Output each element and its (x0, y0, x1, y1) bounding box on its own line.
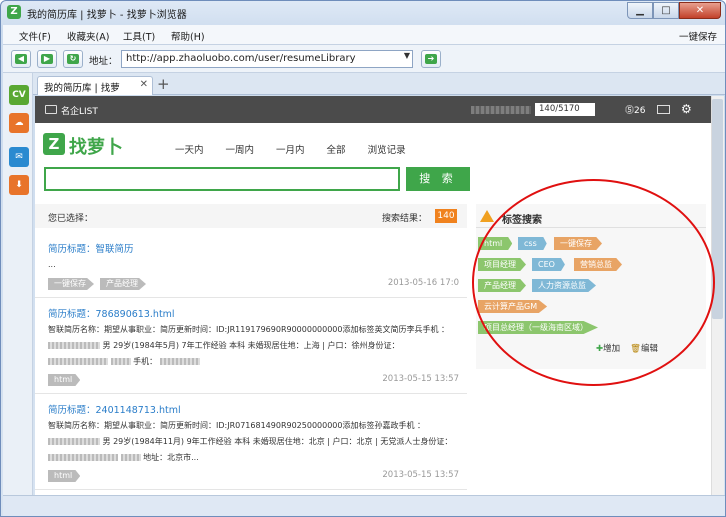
side-toolbar: CV ☁ ✉ ⬇ (3, 73, 33, 495)
resume-date: 2013-05-15 13:57 (382, 374, 459, 384)
resume-date: 2013-05-16 17:0 (387, 278, 459, 288)
warning-icon (480, 210, 494, 222)
resume-line: 地址：北京市... (48, 452, 199, 463)
card-icon (45, 105, 57, 114)
filter-all[interactable]: 全部 (327, 142, 346, 156)
tab-label: 我的简历库 | 找萝 (44, 83, 120, 94)
resume-tag[interactable]: html (48, 374, 81, 386)
go-button[interactable]: ➔ (421, 50, 441, 68)
resume-line: 手机： (48, 356, 200, 367)
cloud-upload-icon[interactable]: ☁ (9, 113, 29, 133)
maximize-button[interactable]: □ (653, 2, 679, 19)
minimize-button[interactable]: ▁ (627, 2, 653, 19)
forward-arrow-icon: ▶ (41, 54, 53, 64)
menu-file[interactable]: 文件(F) (19, 29, 51, 43)
resume-title-link[interactable]: 简历标题：智联简历 (48, 241, 134, 255)
site-top-bar: 名企LIST 140/5170 ⓹26 ⚙ (35, 96, 711, 123)
site-logo-icon: Z (43, 133, 65, 155)
selected-label: 您已选择： (48, 214, 94, 224)
browser-window: Z 我的简历库 | 找萝卜 - 找萝卜浏览器 ▁ □ ✕ 文件(F) 收藏夹(A… (0, 0, 726, 517)
filter-week[interactable]: 一周内 (226, 142, 255, 156)
close-window-button[interactable]: ✕ (679, 2, 721, 19)
go-arrow-icon: ➔ (425, 54, 437, 64)
resume-line: ... (48, 260, 56, 269)
address-label: 地址： (89, 56, 118, 67)
resume-tag[interactable]: html (48, 470, 81, 482)
coin-icon: ⓹ (625, 106, 635, 116)
tab-bar: 我的简历库 | 找萝 ✕ + (33, 73, 725, 95)
time-filters: 一天内 一周内 一月内 全部 浏览记录 (175, 142, 406, 156)
chevron-down-icon[interactable]: ▼ (404, 51, 410, 60)
search-button[interactable]: 搜 索 (406, 167, 470, 191)
resume-date: 2013-05-15 13:57 (382, 470, 459, 480)
resume-tags: 一键保存 产品经理 (48, 278, 146, 290)
address-input[interactable]: http://app.zhaoluobo.com/user/resumeLibr… (121, 50, 413, 68)
quota-display: 140/5170 (535, 103, 595, 116)
refresh-icon: ↻ (67, 54, 79, 64)
result-count-badge: 140 (435, 209, 457, 223)
highlight-circle (472, 179, 715, 386)
resume-title-link[interactable]: 简历标题：786890613.html (48, 306, 175, 320)
resume-tag[interactable]: 产品经理 (100, 278, 146, 290)
search-input[interactable] (44, 167, 400, 191)
menu-help[interactable]: 帮助(H) (171, 29, 205, 43)
window-controls: ▁ □ ✕ (627, 2, 721, 19)
title-bar: Z 我的简历库 | 找萝卜 - 找萝卜浏览器 ▁ □ ✕ (1, 1, 725, 25)
resume-tags: html (48, 470, 81, 482)
menu-bar: 文件(F) 收藏夹(A) 工具(T) 帮助(H) 一键保存 (3, 25, 725, 45)
new-tab-button[interactable]: + (157, 75, 170, 93)
resume-tags: html (48, 374, 81, 386)
one-click-save-button[interactable]: 一键保存 (679, 29, 717, 43)
menu-favorites[interactable]: 收藏夹(A) (67, 29, 109, 43)
app-logo-icon: Z (7, 5, 21, 19)
tab-close-icon[interactable]: ✕ (140, 79, 148, 90)
resume-line: 智联简历名称：期望从事职业：简历更新时间：ID:JR071681490R9025… (48, 421, 426, 430)
resume-line: 智联简历名称：期望从事职业：简历更新时间：ID:JR119179690R9000… (48, 325, 450, 334)
resume-line: 男 29岁(1984年5月) 7年工作经验 本科 未婚现居住地：上海 | 户口：… (48, 340, 399, 351)
resume-item: 简历标题：786890613.html 智联简历名称：期望从事职业：简历更新时间… (35, 298, 467, 394)
result-label: 搜索结果： (381, 214, 427, 224)
back-arrow-icon: ◀ (15, 54, 27, 64)
resume-tag[interactable]: 一键保存 (48, 278, 94, 290)
download-icon[interactable]: ⬇ (9, 175, 29, 195)
nav-toolbar: ◀ ▶ ↻ 地址： http://app.zhaoluobo.com/user/… (3, 45, 725, 73)
resume-line: 男 29岁(1984年11月) 9年工作经验 本科 未婚现居住地：北京 | 户口… (48, 436, 452, 447)
mail-icon[interactable]: ✉ (9, 147, 29, 167)
user-email-blurred (471, 106, 531, 114)
filter-day[interactable]: 一天内 (175, 142, 204, 156)
tab-resume-library[interactable]: 我的简历库 | 找萝 ✕ (37, 76, 153, 95)
back-button[interactable]: ◀ (11, 50, 31, 68)
filter-month[interactable]: 一月内 (276, 142, 305, 156)
gear-icon[interactable]: ⚙ (681, 102, 692, 116)
forward-button[interactable]: ▶ (37, 50, 57, 68)
resume-item: 简历标题：2401148713.html 智联简历名称：期望从事职业：简历更新时… (35, 394, 467, 490)
resume-item: 简历标题：智联简历 ... 一键保存 产品经理 2013-05-16 17:0 (35, 236, 467, 298)
site-logo-text: 找萝卜 (69, 137, 123, 158)
message-icon[interactable] (657, 105, 670, 114)
resume-title-link[interactable]: 简历标题：2401148713.html (48, 402, 181, 416)
filter-history[interactable]: 浏览记录 (368, 142, 406, 156)
selection-bar: 您已选择： 搜索结果： 140 (35, 204, 467, 228)
address-value: http://app.zhaoluobo.com/user/resumeLibr… (126, 53, 356, 64)
status-bar (3, 495, 725, 516)
coins-display[interactable]: ⓹26 (625, 103, 645, 116)
window-title: 我的简历库 | 找萝卜 - 找萝卜浏览器 (27, 10, 187, 21)
refresh-button[interactable]: ↻ (63, 50, 83, 68)
menu-tools[interactable]: 工具(T) (123, 29, 155, 43)
company-list-link[interactable]: 名企LIST (61, 104, 98, 117)
cv-icon[interactable]: CV (9, 85, 29, 105)
